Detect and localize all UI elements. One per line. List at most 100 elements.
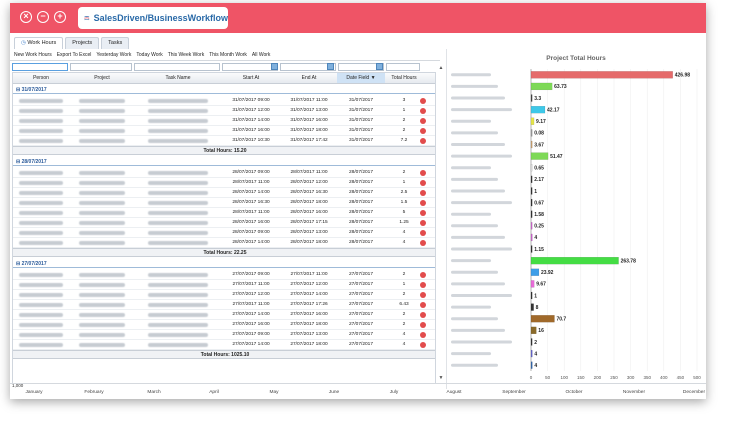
bar[interactable] bbox=[530, 187, 533, 195]
minimize-icon[interactable]: − bbox=[37, 11, 49, 23]
table-row[interactable]: 28/07/2017 16:30 28/07/2017 18:00 28/07/20… bbox=[13, 198, 435, 208]
delete-icon[interactable] bbox=[420, 138, 426, 144]
table-row[interactable]: 28/07/2017 14:00 28/07/2017 16:30 28/07/20… bbox=[13, 188, 435, 198]
delete-icon[interactable] bbox=[420, 108, 426, 114]
bar[interactable] bbox=[530, 315, 555, 323]
table-row[interactable]: 27/07/2017 16:00 27/07/2017 18:00 27/07/20… bbox=[13, 320, 435, 330]
delete-icon[interactable] bbox=[420, 98, 426, 104]
delete-icon[interactable] bbox=[420, 128, 426, 134]
delete-icon[interactable] bbox=[420, 220, 426, 226]
start-filter[interactable] bbox=[222, 63, 278, 71]
delete-icon[interactable] bbox=[420, 190, 426, 196]
calendar-icon[interactable] bbox=[271, 63, 278, 70]
person-filter[interactable] bbox=[12, 63, 68, 71]
task-filter[interactable] bbox=[134, 63, 220, 71]
bar[interactable] bbox=[530, 245, 533, 253]
yesterday-work-button[interactable]: Yesterday Work bbox=[96, 51, 131, 60]
bar[interactable] bbox=[530, 280, 535, 288]
all-work-button[interactable]: All Work bbox=[252, 51, 271, 60]
col-end-at[interactable]: End At bbox=[281, 75, 337, 81]
bar[interactable] bbox=[530, 291, 533, 300]
table-row[interactable]: 28/07/2017 09:00 28/07/2017 11:00 28/07/20… bbox=[13, 168, 435, 178]
calendar-icon[interactable] bbox=[376, 63, 383, 70]
bar[interactable] bbox=[530, 71, 673, 79]
delete-icon[interactable] bbox=[420, 312, 426, 318]
delete-icon[interactable] bbox=[420, 118, 426, 124]
group-header[interactable]: ⊟ 28/07/2017 bbox=[13, 158, 435, 166]
tab-tasks[interactable]: Tasks bbox=[101, 37, 130, 49]
col-total-hours[interactable]: Total Hours bbox=[387, 75, 421, 81]
group-header[interactable]: ⊟ 31/07/2017 bbox=[13, 86, 435, 94]
bar[interactable] bbox=[530, 140, 533, 149]
tab-projects[interactable]: Projects bbox=[65, 37, 100, 49]
table-row[interactable]: 28/07/2017 09:00 28/07/2017 13:00 28/07/20… bbox=[13, 228, 435, 238]
table-row[interactable]: 27/07/2017 11:00 27/07/2017 12:00 27/07/20… bbox=[13, 280, 435, 290]
delete-icon[interactable] bbox=[420, 302, 426, 308]
today-work-button[interactable]: Today Work bbox=[136, 51, 162, 60]
bar[interactable] bbox=[530, 175, 533, 183]
bar[interactable] bbox=[530, 233, 533, 242]
bar[interactable] bbox=[530, 257, 619, 265]
delete-icon[interactable] bbox=[420, 240, 426, 246]
table-row[interactable]: 27/07/2017 12:00 27/07/2017 14:00 27/07/20… bbox=[13, 290, 435, 300]
bar[interactable] bbox=[530, 338, 533, 346]
bar[interactable] bbox=[530, 222, 533, 230]
tab-work-hours[interactable]: ◷ Work Hours bbox=[14, 37, 64, 49]
col-date-field[interactable]: Date Field ▼ bbox=[337, 73, 385, 83]
table-row[interactable]: 28/07/2017 11:00 28/07/2017 12:00 28/07/20… bbox=[13, 178, 435, 188]
bar[interactable] bbox=[530, 326, 537, 334]
bar[interactable] bbox=[530, 117, 535, 125]
bar[interactable] bbox=[530, 106, 546, 114]
delete-icon[interactable] bbox=[420, 342, 426, 348]
bar[interactable] bbox=[530, 268, 540, 276]
hours-filter[interactable] bbox=[386, 63, 420, 71]
delete-icon[interactable] bbox=[420, 282, 426, 288]
grid-scrollbar[interactable]: ▲ ▼ bbox=[438, 65, 444, 385]
maximize-icon[interactable]: + bbox=[54, 11, 66, 23]
table-row[interactable]: 31/07/2017 10:30 31/07/2017 17:42 31/07/20… bbox=[13, 136, 435, 146]
delete-icon[interactable] bbox=[420, 272, 426, 278]
col-start-at[interactable]: Start At bbox=[223, 75, 279, 81]
col-person[interactable]: Person bbox=[13, 75, 69, 81]
col-project[interactable]: Project bbox=[71, 75, 133, 81]
this-month-work-button[interactable]: This Month Work bbox=[209, 51, 247, 60]
table-row[interactable]: 31/07/2017 09:00 31/07/2017 11:00 31/07/20… bbox=[13, 96, 435, 106]
table-row[interactable]: 27/07/2017 09:00 27/07/2017 13:00 27/07/20… bbox=[13, 330, 435, 340]
delete-icon[interactable] bbox=[420, 180, 426, 186]
project-filter[interactable] bbox=[70, 63, 132, 71]
this-week-work-button[interactable]: This Week Work bbox=[168, 51, 205, 60]
delete-icon[interactable] bbox=[420, 170, 426, 176]
delete-icon[interactable] bbox=[420, 200, 426, 206]
bar[interactable] bbox=[530, 152, 549, 160]
calendar-icon[interactable] bbox=[327, 63, 334, 70]
close-icon[interactable]: × bbox=[20, 11, 32, 23]
col-task-name[interactable]: Task Name bbox=[135, 75, 221, 81]
bar[interactable] bbox=[530, 164, 533, 172]
bar[interactable] bbox=[530, 129, 533, 137]
bar[interactable] bbox=[530, 82, 553, 91]
bar[interactable] bbox=[530, 349, 533, 358]
delete-icon[interactable] bbox=[420, 230, 426, 236]
bar[interactable] bbox=[530, 303, 534, 311]
table-row[interactable]: 27/07/2017 11:00 27/07/2017 17:26 27/07/20… bbox=[13, 300, 435, 310]
table-row[interactable]: 27/07/2017 14:00 27/07/2017 18:00 27/07/20… bbox=[13, 340, 435, 350]
table-row[interactable]: 31/07/2017 12:00 31/07/2017 13:00 31/07/20… bbox=[13, 106, 435, 116]
delete-icon[interactable] bbox=[420, 332, 426, 338]
table-row[interactable]: 27/07/2017 14:00 27/07/2017 16:00 27/07/20… bbox=[13, 310, 435, 320]
table-row[interactable]: 28/07/2017 14:00 28/07/2017 18:00 28/07/20… bbox=[13, 238, 435, 248]
scroll-up-icon[interactable]: ▲ bbox=[438, 65, 444, 71]
delete-icon[interactable] bbox=[420, 292, 426, 298]
delete-icon[interactable] bbox=[420, 322, 426, 328]
table-row[interactable]: 31/07/2017 14:00 31/07/2017 16:00 31/07/20… bbox=[13, 116, 435, 126]
bar[interactable] bbox=[530, 94, 533, 102]
table-row[interactable]: 28/07/2017 16:00 28/07/2017 17:15 28/07/20… bbox=[13, 218, 435, 228]
group-header[interactable]: ⊟ 27/07/2017 bbox=[13, 260, 435, 268]
new-work-hours-button[interactable]: New Work Hours bbox=[14, 51, 52, 60]
export-excel-button[interactable]: Export To Excel bbox=[57, 51, 92, 60]
table-row[interactable]: 27/07/2017 09:00 27/07/2017 11:00 27/07/20… bbox=[13, 270, 435, 280]
bar[interactable] bbox=[530, 361, 533, 369]
scroll-down-icon[interactable]: ▼ bbox=[438, 375, 444, 381]
bar[interactable] bbox=[530, 198, 533, 207]
table-row[interactable]: 31/07/2017 16:00 31/07/2017 18:00 31/07/20… bbox=[13, 126, 435, 136]
bar[interactable] bbox=[530, 210, 533, 218]
